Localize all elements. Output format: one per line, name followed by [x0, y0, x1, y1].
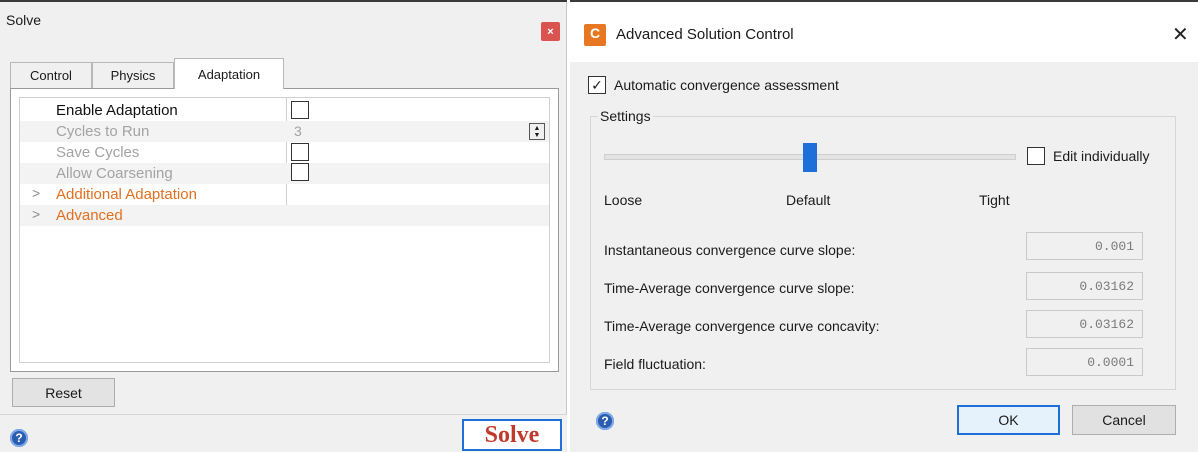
- tab-control[interactable]: Control: [10, 62, 92, 88]
- solve-button[interactable]: Solve: [462, 419, 562, 451]
- time-average-concavity-field[interactable]: 0.03162: [1026, 310, 1143, 338]
- reset-button[interactable]: Reset: [12, 378, 115, 407]
- property-label: Allow Coarsening: [56, 165, 173, 182]
- property-row-cycles-to-run: Cycles to Run 3 ▲ ▼: [20, 121, 549, 142]
- solve-window: Solve × Control Physics Adaptation Enabl…: [0, 0, 567, 452]
- solve-window-title: Solve: [6, 12, 42, 28]
- time-average-concavity-label: Time-Average convergence curve concavity…: [604, 318, 880, 334]
- tolerance-slider-thumb[interactable]: [803, 143, 817, 172]
- instantaneous-slope-field[interactable]: 0.001: [1026, 232, 1143, 260]
- instantaneous-slope-label: Instantaneous convergence curve slope:: [604, 242, 856, 258]
- help-icon[interactable]: ?: [596, 412, 614, 430]
- property-row-save-cycles: Save Cycles: [20, 142, 549, 163]
- dialog-titlebar: C Advanced Solution Control ✕: [570, 0, 1198, 62]
- field-fluctuation-field[interactable]: 0.0001: [1026, 348, 1143, 376]
- property-grid: Enable Adaptation Cycles to Run 3 ▲ ▼ Sav…: [19, 97, 550, 363]
- save-cycles-checkbox[interactable]: [291, 143, 309, 161]
- enable-adaptation-checkbox[interactable]: [291, 101, 309, 119]
- property-row-enable-adaptation: Enable Adaptation: [20, 100, 549, 121]
- time-average-slope-label: Time-Average convergence curve slope:: [604, 280, 855, 296]
- window-top-border: [0, 0, 567, 2]
- allow-coarsening-checkbox[interactable]: [291, 163, 309, 181]
- close-icon[interactable]: ✕: [1172, 22, 1189, 47]
- slider-label-tight: Tight: [979, 192, 1010, 208]
- ok-button[interactable]: OK: [957, 405, 1060, 435]
- property-row-allow-coarsening: Allow Coarsening: [20, 163, 549, 184]
- property-label[interactable]: Additional Adaptation: [56, 186, 197, 203]
- app-logo-icon: C: [584, 24, 606, 46]
- property-row-advanced[interactable]: > Advanced: [20, 205, 549, 226]
- edit-individually-checkbox[interactable]: [1027, 147, 1045, 165]
- auto-convergence-checkbox[interactable]: ✓: [588, 76, 606, 94]
- property-row-additional-adaptation[interactable]: > Additional Adaptation: [20, 184, 549, 205]
- property-label: Enable Adaptation: [56, 102, 178, 119]
- adaptation-property-panel: Enable Adaptation Cycles to Run 3 ▲ ▼ Sav…: [10, 88, 559, 372]
- slider-label-default: Default: [786, 192, 831, 208]
- help-icon[interactable]: ?: [10, 429, 28, 447]
- cycles-to-run-value[interactable]: 3: [294, 123, 302, 139]
- slider-label-loose: Loose: [604, 192, 643, 208]
- settings-legend: Settings: [598, 108, 653, 124]
- cycles-spinner-icon[interactable]: ▲ ▼: [529, 123, 545, 140]
- property-label: Save Cycles: [56, 144, 140, 161]
- chevron-right-icon[interactable]: >: [32, 206, 40, 222]
- property-label: Cycles to Run: [56, 123, 150, 140]
- advanced-solution-control-dialog: C Advanced Solution Control ✕ ✓ Automati…: [570, 0, 1198, 452]
- property-label[interactable]: Advanced: [56, 207, 123, 224]
- solve-bottom-bar: ? Solve: [0, 414, 567, 452]
- auto-convergence-label[interactable]: Automatic convergence assessment: [614, 77, 839, 93]
- close-icon[interactable]: ×: [541, 22, 560, 41]
- chevron-right-icon[interactable]: >: [32, 185, 40, 201]
- field-fluctuation-label: Field fluctuation:: [604, 356, 706, 372]
- tab-physics[interactable]: Physics: [92, 62, 174, 88]
- dialog-title: Advanced Solution Control: [616, 26, 794, 43]
- time-average-slope-field[interactable]: 0.03162: [1026, 272, 1143, 300]
- cancel-button[interactable]: Cancel: [1072, 405, 1176, 435]
- tab-adaptation[interactable]: Adaptation: [174, 58, 284, 89]
- edit-individually-label[interactable]: Edit individually: [1053, 148, 1150, 164]
